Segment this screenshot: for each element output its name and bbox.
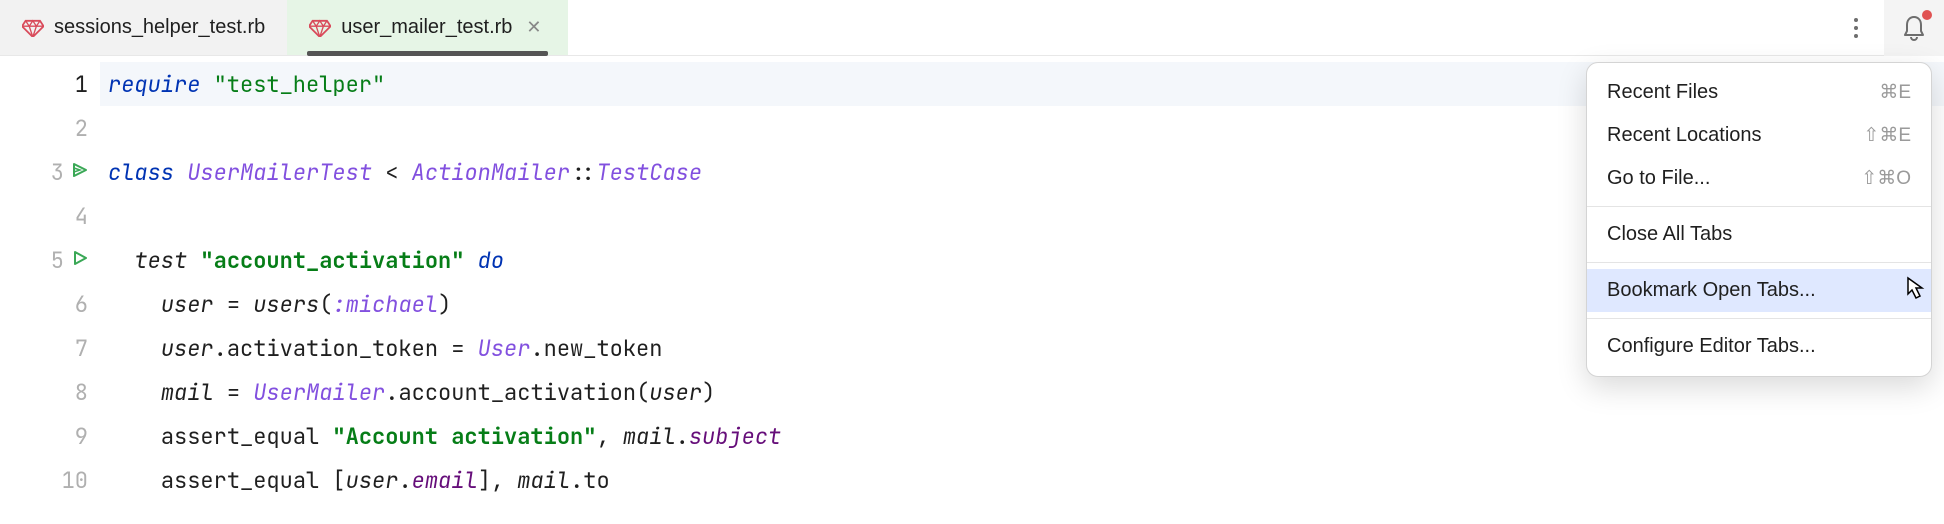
context-menu: Recent Files ⌘E Recent Locations ⇧⌘E Go … (1586, 62, 1932, 377)
menu-label: Recent Locations (1607, 124, 1762, 147)
ruby-icon (309, 19, 331, 37)
code-line: assert_equal [user.email], mail.to (100, 458, 1944, 502)
menu-label: Recent Files (1607, 81, 1718, 104)
kebab-icon (1854, 18, 1858, 38)
gutter-line[interactable]: 9 (0, 414, 100, 458)
tab-label: sessions_helper_test.rb (54, 16, 265, 39)
menu-recent-files[interactable]: Recent Files ⌘E (1587, 71, 1931, 114)
tab-bar: sessions_helper_test.rb user_mailer_test… (0, 0, 1944, 56)
notifications-button[interactable] (1884, 0, 1944, 56)
gutter-line[interactable]: 10 (0, 458, 100, 502)
menu-bookmark-open-tabs[interactable]: Bookmark Open Tabs... (1587, 269, 1931, 312)
menu-label: Close All Tabs (1607, 223, 1732, 246)
menu-label: Configure Editor Tabs... (1607, 335, 1816, 358)
code-line: assert_equal "Account activation", mail.… (100, 414, 1944, 458)
run-icon[interactable] (72, 249, 88, 272)
gutter-line[interactable]: 6 (0, 282, 100, 326)
gutter-line[interactable]: 2 (0, 106, 100, 150)
menu-recent-locations[interactable]: Recent Locations ⇧⌘E (1587, 114, 1931, 157)
menu-configure-editor-tabs[interactable]: Configure Editor Tabs... (1587, 325, 1931, 368)
gutter-line[interactable]: 8 (0, 370, 100, 414)
menu-shortcut: ⇧⌘E (1863, 124, 1911, 147)
menu-label: Go to File... (1607, 167, 1710, 190)
gutter-line[interactable]: 3 (0, 150, 100, 194)
tab-label: user_mailer_test.rb (341, 16, 512, 39)
close-icon[interactable]: ✕ (522, 17, 545, 38)
tab-user-mailer-test[interactable]: user_mailer_test.rb ✕ (287, 0, 567, 55)
menu-go-to-file[interactable]: Go to File... ⇧⌘O (1587, 157, 1931, 200)
gutter-line[interactable]: 7 (0, 326, 100, 370)
gutter: 1 2 3 4 5 6 7 8 9 10 (0, 56, 100, 524)
gutter-line[interactable]: 5 (0, 238, 100, 282)
menu-shortcut: ⌘E (1879, 81, 1911, 104)
menu-label: Bookmark Open Tabs... (1607, 279, 1816, 302)
ruby-icon (22, 19, 44, 37)
gutter-line[interactable]: 4 (0, 194, 100, 238)
more-options-button[interactable] (1828, 0, 1884, 56)
menu-separator (1587, 206, 1931, 207)
gutter-line[interactable]: 1 (0, 62, 100, 106)
tab-sessions-helper-test[interactable]: sessions_helper_test.rb (0, 0, 287, 55)
menu-separator (1587, 318, 1931, 319)
run-icon[interactable] (72, 161, 88, 184)
menu-shortcut: ⇧⌘O (1861, 167, 1911, 190)
menu-separator (1587, 262, 1931, 263)
tab-bar-right (1828, 0, 1944, 55)
notification-dot (1922, 10, 1932, 20)
menu-close-all-tabs[interactable]: Close All Tabs (1587, 213, 1931, 256)
